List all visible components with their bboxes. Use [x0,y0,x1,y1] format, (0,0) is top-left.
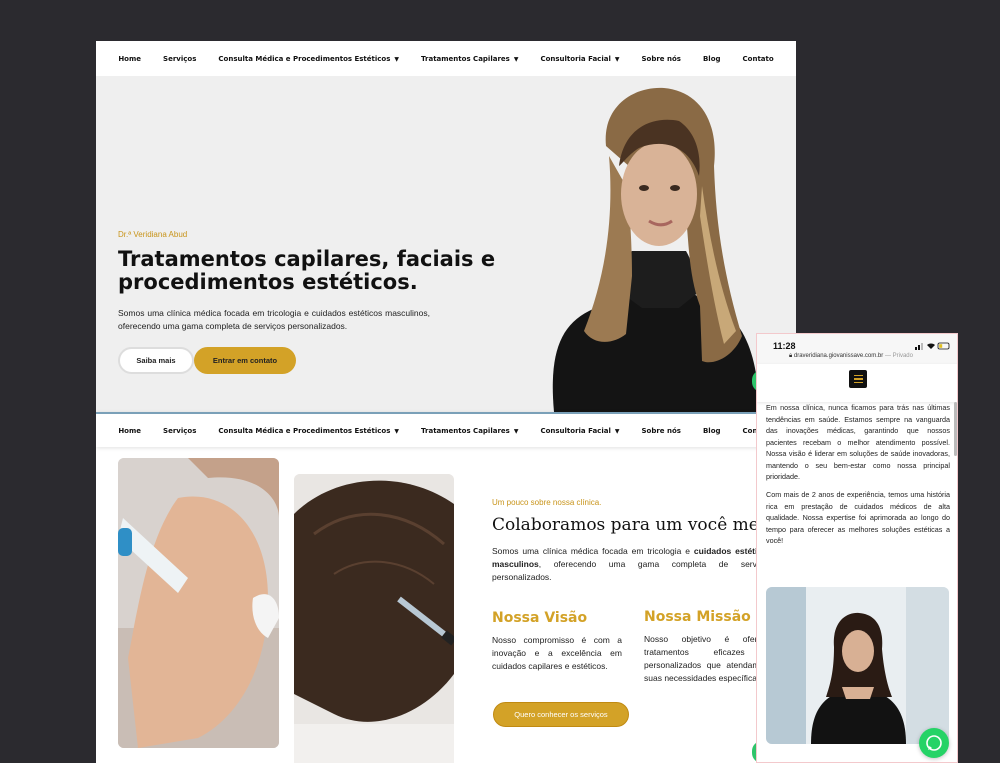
about-kicker: Um pouco sobre nossa clínica. [492,498,602,507]
nav-home[interactable]: Home [118,55,141,63]
hero-title: Tratamentos capilares, faciais e procedi… [118,247,496,294]
nav-facial-label: Consultoria Facial [540,54,611,63]
about-desc-start: Somos uma clínica médica focada em trico… [492,546,694,556]
about-title: Colaboramos para um você melhor [492,515,794,535]
mission-title: Nossa Missão [644,609,751,625]
chevron-down-icon: ▼ [614,55,620,63]
vision-title: Nossa Visão [492,610,588,626]
services-button[interactable]: Quero conhecer os serviços [493,702,629,727]
vision-text: Nosso compromisso é com a inovação e a e… [492,635,622,671]
nav-capilares-label: Tratamentos Capilares [421,426,510,435]
nav-consulta-label: Consulta Médica e Procedimentos Estético… [218,426,391,435]
facial-treatment-photo [118,458,279,748]
mobile-status-bar: 11:28 🔒︎ draveridiana.giovanissave.com.b… [757,334,957,364]
nav-facial[interactable]: Consultoria Facial ▼ [540,55,619,63]
hero-description: Somos uma clínica médica focada em trico… [118,308,430,331]
nav-servicos[interactable]: Serviços [163,55,196,63]
nav-facial[interactable]: Consultoria Facial ▼ [540,427,619,435]
nav-sobre[interactable]: Sobre nós [641,427,680,435]
chevron-down-icon: ▼ [614,427,620,435]
whatsapp-icon[interactable] [919,728,949,758]
chevron-down-icon: ▼ [513,427,519,435]
nav-capilares-label: Tratamentos Capilares [421,54,510,63]
url-text: draveridiana.giovanissave.com.br [793,353,884,359]
address-bar[interactable]: 🔒︎ draveridiana.giovanissave.com.br — Pr… [789,353,913,360]
main-nav: Home Serviços Consulta Médica e Procedim… [96,41,796,76]
mobile-header [757,364,957,402]
doctor-portrait [552,87,759,412]
nav-home[interactable]: Home [118,427,141,435]
chevron-down-icon: ▼ [394,55,400,63]
mobile-paragraph-1: Em nossa clínica, nunca ficamos para trá… [766,403,950,481]
nav-blog[interactable]: Blog [703,427,721,435]
chevron-down-icon: ▼ [394,427,400,435]
hamburger-menu-icon[interactable] [849,370,867,388]
chevron-down-icon: ▼ [513,55,519,63]
mobile-preview: 11:28 🔒︎ draveridiana.giovanissave.com.b… [756,333,958,763]
nav-servicos[interactable]: Serviços [163,427,196,435]
status-icons [915,342,950,350]
about-description: Somos uma clínica médica focada em trico… [492,545,772,584]
sticky-nav: Home Serviços Consulta Médica e Procedim… [96,412,796,447]
lock-icon: 🔒︎ [789,353,793,359]
nav-contato[interactable]: Contato [743,55,774,63]
nav-consulta-label: Consulta Médica e Procedimentos Estético… [218,54,391,63]
nav-sobre[interactable]: Sobre nós [641,55,680,63]
hero-kicker: Dr.ª Veridiana Abud [118,230,188,239]
status-time: 11:28 [773,341,796,351]
hair-treatment-photo [294,474,454,763]
nav-capilares[interactable]: Tratamentos Capilares ▼ [421,427,518,435]
mission-text: Nosso objetivo é oferecer tratamentos ef… [644,634,774,683]
nav-facial-label: Consultoria Facial [540,426,611,435]
url-note: — Privado [884,353,913,359]
nav-consulta[interactable]: Consulta Médica e Procedimentos Estético… [218,427,399,435]
nav-consulta[interactable]: Consulta Médica e Procedimentos Estético… [218,55,399,63]
doctor-office-photo [766,587,949,744]
saiba-mais-button[interactable]: Saiba mais [118,347,194,374]
desktop-preview: Home Serviços Consulta Médica e Procedim… [96,41,796,763]
scrollbar[interactable] [954,402,957,456]
contact-button[interactable]: Entrar em contato [194,347,296,374]
mobile-paragraph-2: Com mais de 2 anos de experiência, temos… [766,490,950,545]
nav-blog[interactable]: Blog [703,55,721,63]
nav-capilares[interactable]: Tratamentos Capilares ▼ [421,55,518,63]
